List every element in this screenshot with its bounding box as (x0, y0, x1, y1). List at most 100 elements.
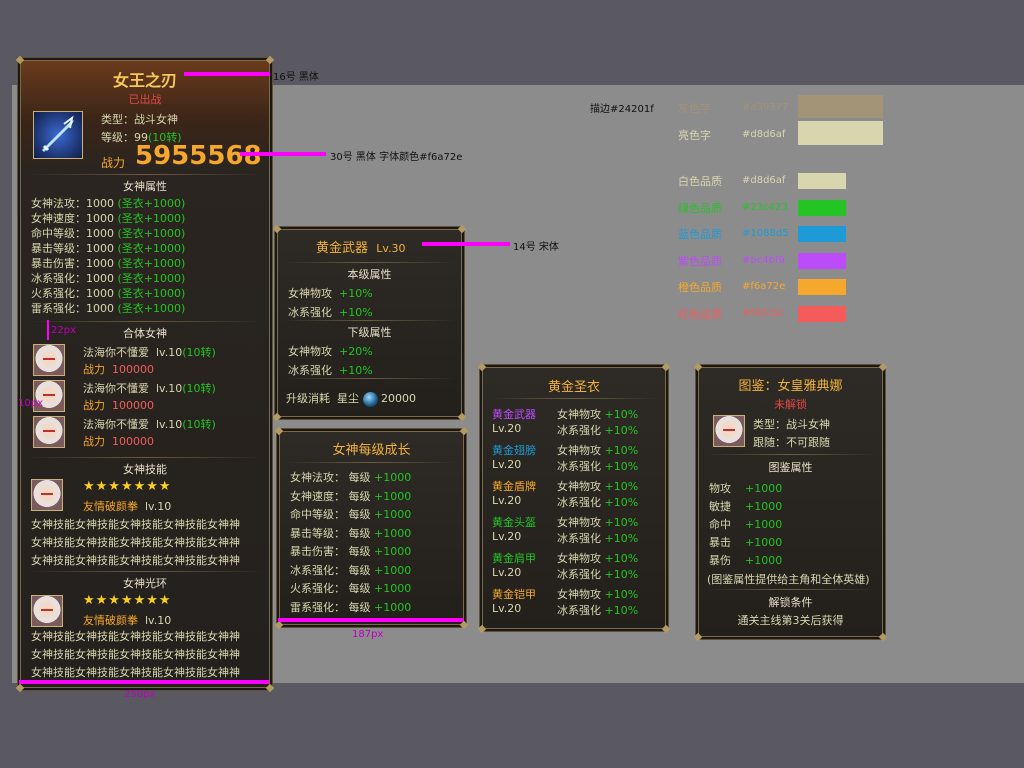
armor-panel: 黄金圣衣 黄金武器 Lv.20 女神物攻 +10% 冰系强化 +10% 黄金翅膀 Lv.2… (477, 362, 671, 634)
skill-name-row: 友情破颜拳 lv.10 (83, 500, 172, 513)
attr-name: 冰系强化：1000 (31, 272, 114, 285)
goddess-attr-row: 命中等级：1000 (圣衣+1000) (31, 225, 185, 241)
attr-bonus: (圣衣+1000) (117, 257, 186, 270)
attr-name: 火系强化：1000 (31, 287, 114, 300)
armor-item-name[interactable]: 黄金铠甲 (492, 586, 536, 602)
armor-item-name[interactable]: 黄金头盔 (492, 514, 536, 530)
armor-attr-row: 冰系强化 +10% (557, 568, 639, 581)
armor-item-lv: Lv.20 (492, 422, 522, 435)
codex-note: (图鉴属性提供给主角和全体英雄) (707, 573, 870, 586)
armor-item-lv: Lv.20 (492, 494, 522, 507)
attr-name: 女神速度：1000 (31, 212, 114, 225)
orange-quality-hex: #f6a72e (742, 281, 786, 292)
skill-desc-line: 女神技能女神技能女神技能女神技能女神神 (31, 518, 240, 531)
codex-attr-row: 暴伤 +1000 (709, 554, 783, 567)
halo-name-row: 友情破颜拳 lv.10 (83, 614, 172, 627)
armor-attr-row: 女神物攻 +10% (557, 444, 639, 457)
bright-text-hex: #d8d6af (742, 129, 786, 140)
weapon-title: 黄金武器 Lv.30 (316, 241, 406, 256)
bright-swatch (798, 121, 883, 145)
weapon-cur-title: 本级属性 (347, 268, 392, 281)
attr-name: 暴击等级：1000 (31, 242, 114, 255)
codex-attr-row: 命中 +1000 (709, 518, 783, 531)
purple-quality-swatch (798, 252, 846, 269)
growth-row: 女神法攻： 每级 +1000 (290, 471, 412, 484)
armor-attr-row: 冰系强化 +10% (557, 424, 639, 437)
halo-avatar[interactable] (31, 595, 63, 627)
codex-title: 图鉴：女皇雅典娜 (738, 379, 843, 394)
growth-row: 命中等级： 每级 +1000 (290, 508, 412, 521)
goddess-attr-row: 火系强化：1000 (圣衣+1000) (31, 285, 185, 301)
codex-attr-row: 暴击 +1000 (709, 536, 783, 549)
armor-item-name[interactable]: 黄金盾牌 (492, 478, 536, 494)
purple-quality-label: 紫色品质 (678, 254, 722, 268)
goddess-name: 女王之刃 (112, 71, 177, 90)
growth-row: 冰系强化： 每级 +1000 (290, 563, 412, 577)
growth-row: 暴击伤害： 每级 +1000 (290, 545, 412, 558)
white-quality-swatch (798, 173, 846, 189)
skill-avatar[interactable] (31, 479, 63, 511)
gap22-anno: 22px (51, 325, 76, 336)
green-quality-hex: #23c423 (742, 201, 788, 213)
border-color-label: 描边#24201f (590, 104, 654, 115)
codex-attr-row: 敏捷 +1000 (709, 500, 783, 513)
armor-attr-row: 女神物攻 +10% (557, 408, 639, 421)
power-anno-line (240, 152, 326, 156)
attr-name: 暴击伤害：1000 (31, 257, 114, 270)
skill-desc-line: 女神技能女神技能女神技能女神技能女神神 (31, 554, 240, 567)
white-quality-hex: #d8d6af (742, 175, 786, 186)
armor-item-name[interactable]: 黄金翅膀 (492, 442, 536, 458)
growth-row: 雷系强化： 每级 +1000 (290, 600, 412, 614)
goddess-detail-panel: 女王之刃 已出战 类型：战斗女神 等级：99(10转) 战力 5955568 女… (15, 55, 275, 693)
title-font-anno: 16号 黑体 (273, 72, 319, 83)
unlock-title: 解锁条件 (768, 596, 813, 609)
codex-avatar[interactable] (713, 415, 745, 447)
codex-status: 未解锁 (774, 398, 807, 411)
combine-power-row: 战力 100000 (83, 363, 154, 376)
goddess-attr-row: 暴击伤害：1000 (圣衣+1000) (31, 255, 185, 271)
attr-bonus: (圣衣+1000) (117, 287, 186, 300)
bright-text-label: 亮色字 (678, 129, 711, 142)
weapon-attr-row: 冰系强化 +10% (288, 306, 373, 319)
unlock-text: 通关主线第3关后获得 (737, 614, 844, 627)
armor-attr-row: 女神物攻 +10% (557, 516, 639, 529)
skill-desc-line: 女神技能女神技能女神技能女神技能女神神 (31, 536, 240, 549)
gray-text-label: 灰色字 (678, 102, 711, 115)
halo-section-title: 女神光环 (123, 577, 167, 590)
armor-item-lv: Lv.20 (492, 530, 522, 543)
combine-avatar[interactable] (33, 416, 65, 448)
width187-anno: 187px (352, 629, 384, 640)
combine-avatar[interactable] (33, 344, 65, 376)
growth-title: 女神每级成长 (332, 443, 411, 458)
halo-stars: ★★★★★★★ (83, 593, 172, 608)
type-label: 类型：战斗女神 (101, 113, 178, 126)
upgrade-cost: 升级消耗 星尘 20000 (286, 391, 416, 407)
attr-name: 命中等级：1000 (31, 227, 114, 240)
armor-item-lv: Lv.20 (492, 602, 522, 615)
armor-title: 黄金圣衣 (547, 380, 600, 395)
blue-quality-swatch (798, 226, 846, 242)
armor-attr-row: 女神物攻 +10% (557, 480, 639, 493)
armor-item-name[interactable]: 黄金武器 (492, 406, 536, 422)
armor-attr-row: 女神物攻 +10% (557, 552, 639, 565)
green-quality-swatch (798, 199, 846, 216)
width250-anno: 250px (124, 689, 156, 700)
armor-attr-row: 女神物攻 +10% (557, 588, 639, 601)
orange-quality-swatch (798, 279, 846, 295)
codex-type: 类型：战斗女神 (753, 418, 830, 431)
skill-section-title: 女神技能 (123, 463, 167, 476)
attr-bonus: (圣衣+1000) (117, 242, 186, 255)
goddess-attr-row: 女神速度：1000 (圣衣+1000) (31, 210, 185, 226)
attr-bonus: (圣衣+1000) (117, 197, 186, 210)
skill-stars: ★★★★★★★ (83, 479, 172, 494)
attr-bonus: (圣衣+1000) (117, 212, 186, 225)
growth-row: 火系强化： 每级 +1000 (290, 582, 412, 595)
gray-swatch (798, 95, 883, 118)
stardust-orb-icon (362, 391, 378, 407)
weapon-attr-row: 女神物攻 +10% (288, 287, 373, 300)
weapon-icon[interactable] (33, 111, 83, 159)
armor-item-name[interactable]: 黄金肩甲 (492, 550, 536, 566)
title-anno-line (184, 72, 270, 76)
blue-quality-label: 蓝色品质 (678, 228, 722, 241)
white-quality-label: 白色品质 (678, 175, 722, 188)
